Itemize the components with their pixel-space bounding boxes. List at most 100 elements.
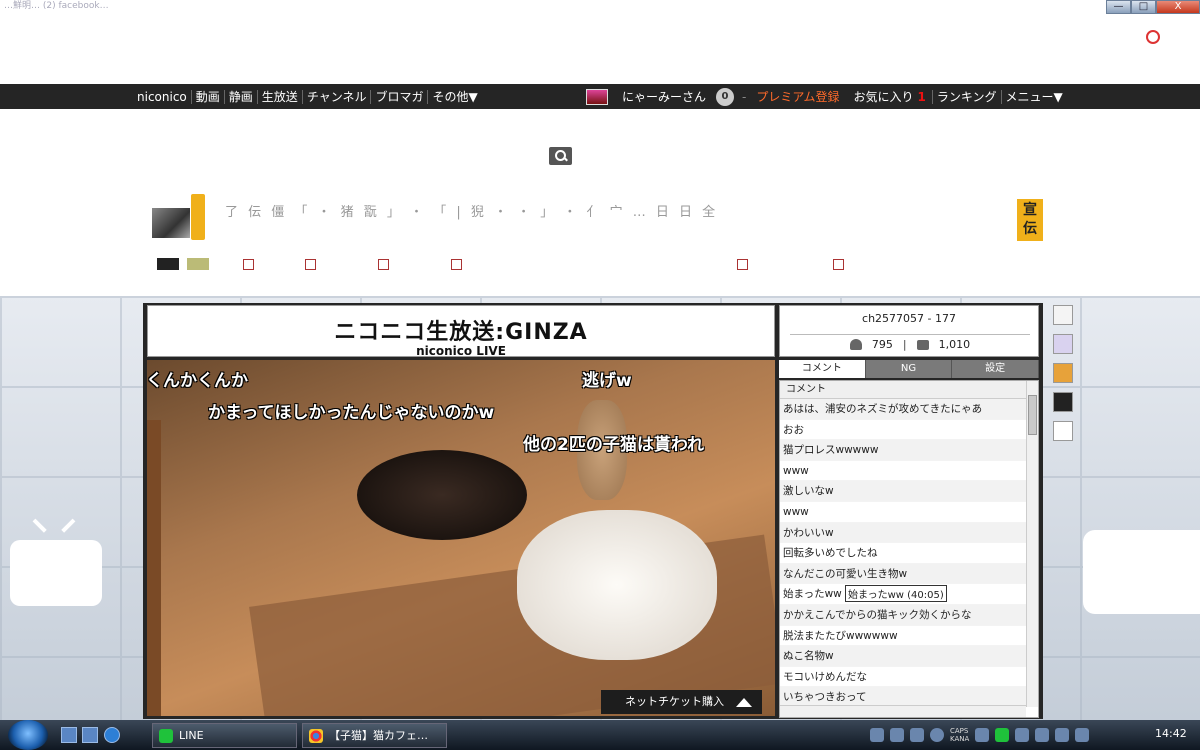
comment-row[interactable]: www <box>780 461 1026 482</box>
help-icon[interactable] <box>930 728 944 742</box>
volume-icon[interactable] <box>1075 728 1090 742</box>
show-desktop-icon[interactable] <box>61 727 77 743</box>
ime-status[interactable]: CAPS KANA <box>950 727 969 743</box>
channel-tag-icon <box>191 194 205 240</box>
ranking-link[interactable]: ランキング <box>931 89 1001 104</box>
comment-row[interactable]: www <box>780 502 1026 523</box>
video-cat <box>517 510 717 660</box>
system-tray: CAPS KANA <box>870 720 1090 750</box>
list-header[interactable]: コメント <box>780 381 1038 399</box>
points-dash: - <box>742 89 747 104</box>
video-cat <box>357 450 527 540</box>
nav-blomaga[interactable]: ブロマガ <box>370 89 427 104</box>
page-icon[interactable] <box>1053 305 1073 325</box>
comment-row[interactable]: 回転多いめでしたね <box>780 543 1026 564</box>
overlay-comment: 他の2匹の子猫は貰われ <box>523 435 704 455</box>
comment-row[interactable]: あはは、浦安のネズミが攻めてきたにゃあ <box>780 399 1026 420</box>
nav-other[interactable]: その他▼ <box>427 89 481 104</box>
comment-row[interactable]: 激しいなw <box>780 481 1026 502</box>
tools-icon[interactable] <box>890 728 904 742</box>
tab-settings[interactable]: 設定 <box>952 360 1040 378</box>
tab-comments[interactable]: コメント <box>779 360 866 378</box>
task-browser-label: 【子猫】猫カフェ… <box>329 729 428 742</box>
nav-seiga[interactable]: 静画 <box>223 89 257 104</box>
comment-row[interactable]: なんだこの可愛い生き物w <box>780 563 1026 585</box>
small-square-icon[interactable] <box>305 259 316 270</box>
caps-label: CAPS <box>950 727 969 735</box>
extension-icon[interactable] <box>1146 30 1160 44</box>
small-square-icon[interactable] <box>378 259 389 270</box>
light-theme-icon[interactable] <box>1053 421 1073 441</box>
chrome-icon <box>309 729 323 743</box>
channel-title: 了 伝 僵 「 ・ 猪 翫 」 ・ 「 | 猊 ・ ・ 」 ・ 亻 宀 … 日 … <box>225 205 719 220</box>
site-nav-bar: niconico 動画 静画 生放送 チャンネル ブロマガ その他▼ にゃーみー… <box>0 84 1200 109</box>
minimize-button[interactable]: — <box>1106 0 1131 14</box>
vertical-scrollbar[interactable] <box>1026 381 1038 707</box>
tv-icon <box>10 540 102 606</box>
player-logo: ニコニコ生放送:GINZA niconico LIVE <box>147 305 775 358</box>
small-square-icon[interactable] <box>451 259 462 270</box>
nav-right: にゃーみーさん 0 - プレミアム登録 お気に入り 1 ランキング メニュー▼ <box>586 84 1067 109</box>
stats-row: 795 | 1,010 <box>790 334 1030 354</box>
comment-row[interactable]: 猫プロレスwwwww <box>780 440 1026 461</box>
comment-row[interactable]: モコいけめんだな <box>780 667 1026 688</box>
user-avatar[interactable] <box>586 88 608 105</box>
small-square-icon[interactable] <box>833 259 844 270</box>
shield-icon[interactable] <box>1035 728 1050 742</box>
browser-tab-strip[interactable]: …鮮明… (2) facebook… <box>0 0 560 14</box>
comment-row[interactable]: かかえこんでからの猫キック効くからな <box>780 604 1026 626</box>
globe-icon[interactable] <box>910 728 924 742</box>
ticket-purchase-button[interactable]: ネットチケット購入 <box>601 690 762 714</box>
comment-row[interactable]: ぬこ名物w <box>780 646 1026 667</box>
favorites-count: 1 <box>917 89 926 104</box>
comment-row[interactable]: かわいいw <box>780 522 1026 544</box>
window-controls: — □ X <box>1106 0 1200 14</box>
task-line-label: LINE <box>179 729 204 742</box>
comment-row[interactable]: おお <box>780 420 1026 441</box>
horizontal-scrollbar[interactable] <box>780 705 1026 717</box>
tab-ng[interactable]: NG <box>865 360 953 378</box>
small-tag-icon <box>157 258 179 270</box>
overlay-comment: くんかくんか <box>146 371 248 391</box>
stats-divider: | <box>902 338 907 351</box>
nav-channel[interactable]: チャンネル <box>301 89 371 104</box>
font-icon[interactable] <box>870 728 884 742</box>
maximize-button[interactable]: □ <box>1131 0 1156 14</box>
bluetooth-icon[interactable] <box>975 728 990 742</box>
nav-live[interactable]: 生放送 <box>256 89 302 104</box>
logo-title: ニコニコ生放送:GINZA <box>334 320 588 345</box>
side-toolbar <box>1053 305 1075 450</box>
expand-up-icon <box>736 698 752 707</box>
small-square-icon[interactable] <box>243 259 254 270</box>
comment-row[interactable]: 脱法またたびwwwwww <box>780 626 1026 647</box>
scroll-thumb[interactable] <box>1028 395 1037 435</box>
comment-count: 1,010 <box>938 338 971 351</box>
ie-icon[interactable] <box>104 727 120 743</box>
close-button[interactable]: X <box>1156 0 1200 14</box>
small-square-icon[interactable] <box>737 259 748 270</box>
user-name[interactable]: にゃーみーさん <box>622 88 706 105</box>
menu-link[interactable]: メニュー▼ <box>1000 89 1067 104</box>
nav-niconico[interactable]: niconico <box>137 90 191 104</box>
points-badge: 0 <box>716 87 735 106</box>
small-tag-icon <box>187 258 209 270</box>
ad-badge[interactable]: 宣伝 <box>1017 199 1043 241</box>
nav-douga[interactable]: 動画 <box>190 89 224 104</box>
network-icon[interactable] <box>1015 728 1030 742</box>
task-browser[interactable]: 【子猫】猫カフェ… <box>302 723 447 748</box>
premium-link[interactable]: プレミアム登録 <box>756 88 839 105</box>
character-icon[interactable] <box>1053 334 1073 354</box>
cake-icon[interactable] <box>1053 363 1073 383</box>
battery-icon[interactable] <box>1055 728 1070 742</box>
line-tray-icon[interactable] <box>995 728 1010 742</box>
window-switch-icon[interactable] <box>82 727 98 743</box>
panel-tabs: コメント NG 設定 <box>779 360 1040 378</box>
start-button-icon[interactable] <box>8 720 48 750</box>
dark-theme-icon[interactable] <box>1053 392 1073 412</box>
clock[interactable]: 14:42 <box>1155 727 1187 740</box>
logo-subtitle: niconico LIVE <box>416 344 506 358</box>
channel-thumbnail[interactable] <box>152 208 190 238</box>
favorites-link[interactable]: お気に入り <box>854 88 914 105</box>
task-line[interactable]: LINE <box>152 723 297 748</box>
search-icon[interactable] <box>549 147 572 165</box>
